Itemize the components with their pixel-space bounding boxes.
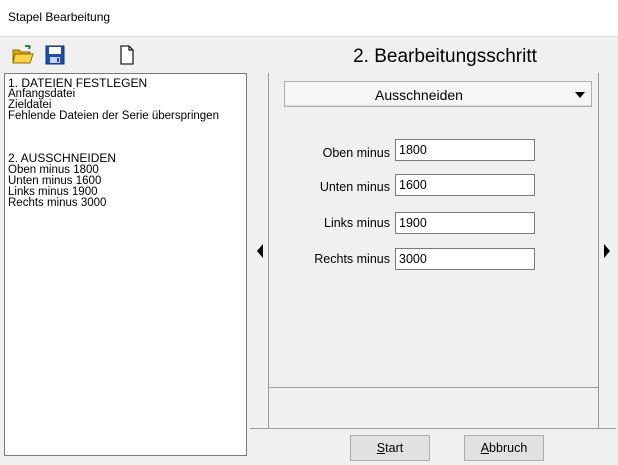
summary-line: Fehlende Dateien der Serie überspringen xyxy=(8,110,219,122)
blank-document-icon xyxy=(120,45,134,65)
open-folder-icon xyxy=(12,45,34,64)
next-step-button[interactable] xyxy=(598,73,615,428)
start-button[interactable]: Start xyxy=(350,435,430,461)
start-button-label: tart xyxy=(385,441,404,455)
summary-line: Rechts minus 3000 xyxy=(8,197,107,209)
cancel-button-mnemonic: A xyxy=(480,441,490,455)
divider xyxy=(250,428,616,429)
chevron-down-icon xyxy=(575,92,585,98)
cancel-button-label: bbruch xyxy=(489,441,528,455)
title-bar: Stapel Bearbeitung xyxy=(0,0,618,37)
new-document-button[interactable] xyxy=(114,43,140,67)
save-button[interactable] xyxy=(42,43,68,67)
start-button-mnemonic: S xyxy=(376,441,386,455)
unten-minus-field[interactable]: 1600 xyxy=(395,174,535,196)
previous-step-button[interactable] xyxy=(252,73,269,428)
field-label-rechts: Rechts minus xyxy=(314,252,390,266)
floppy-disk-icon xyxy=(45,45,65,65)
cancel-button[interactable]: Abbruch xyxy=(464,435,544,461)
divider xyxy=(268,387,598,388)
summary-line: 2. AUSSCHNEIDEN xyxy=(8,151,117,165)
summary-panel[interactable]: 1. DATEIEN FESTLEGEN Anfangsdatei Zielda… xyxy=(4,73,247,456)
open-folder-button[interactable] xyxy=(10,43,36,67)
field-label-unten: Unten minus xyxy=(319,180,390,194)
step-select-value: Ausschneiden xyxy=(375,87,463,103)
field-label-links: Links minus xyxy=(324,216,390,230)
field-label-oben: Oben minus xyxy=(322,146,390,160)
oben-minus-field[interactable]: 1800 xyxy=(395,139,535,161)
step-select[interactable]: Ausschneiden xyxy=(284,81,592,107)
triangle-left-icon xyxy=(257,243,263,258)
page-title: 2. Bearbeitungsschritt xyxy=(353,46,537,67)
rechts-minus-field[interactable]: 3000 xyxy=(395,248,535,270)
links-minus-field[interactable]: 1900 xyxy=(395,212,535,234)
triangle-right-icon xyxy=(604,243,610,258)
window-title: Stapel Bearbeitung xyxy=(8,10,111,24)
